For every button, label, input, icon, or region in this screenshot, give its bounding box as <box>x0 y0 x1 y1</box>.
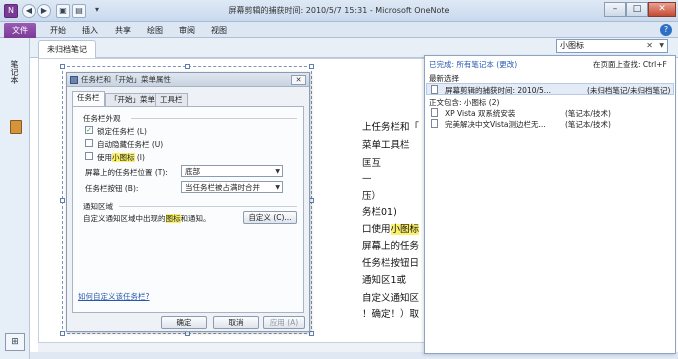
note-line: 上任务栏和「 <box>362 122 420 133</box>
search-highlight: 小图标 <box>390 224 420 235</box>
customize-help-link: 如何自定义该任务栏? <box>78 292 150 301</box>
small-icons-checkbox <box>85 152 93 160</box>
search-scope-link[interactable]: 所有笔记本 (更改) <box>456 60 517 69</box>
tab-review[interactable]: 审阅 <box>179 25 195 36</box>
chevron-down-icon: ▼ <box>275 168 280 175</box>
dialog-apply-button: 应用 (A) <box>263 316 305 329</box>
group-divider <box>119 206 297 207</box>
tab-file[interactable]: 文件 <box>4 23 36 38</box>
auto-hide-checkbox <box>85 139 93 147</box>
note-line: 通知区1或 <box>362 275 407 286</box>
dialog-ok-button: 确定 <box>161 316 207 329</box>
close-icon: ✕ <box>295 76 302 84</box>
clear-search-icon[interactable]: ✕ <box>646 40 653 52</box>
note-line: 口使用小图标 <box>362 224 420 235</box>
group-divider <box>131 118 297 119</box>
customize-button: 自定义 (C)... <box>243 211 297 224</box>
search-scope-dropdown-icon[interactable]: ▼ <box>659 40 664 52</box>
dialog-tab-toolbars: 工具栏 <box>155 93 188 106</box>
notebook-nav: 笔记本 ⊞ <box>0 38 30 359</box>
notify-description: 自定义通知区域中出现的图标和通知。 <box>83 214 211 223</box>
minimize-button[interactable]: – <box>604 2 626 17</box>
page-icon <box>431 119 438 128</box>
note-line: ！确定！）取 <box>362 309 420 320</box>
resize-handle[interactable] <box>309 64 314 69</box>
dialog-cancel-button: 取消 <box>213 316 259 329</box>
resize-handle[interactable] <box>60 198 65 203</box>
close-icon: ✕ <box>658 4 666 14</box>
note-line: 匡互 <box>362 158 382 169</box>
taskbar-buttons-label: 任务栏按钮 (B): <box>85 184 139 193</box>
ribbon-tabs: 文件 开始 插入 共享 绘图 审阅 视图 ? <box>0 22 678 38</box>
small-icons-label: 使用小图标 (I) <box>97 153 145 162</box>
dialog-close-button: ✕ <box>291 75 306 85</box>
taskbar-position-select: 底部 ▼ <box>181 165 283 177</box>
appearance-group-label: 任务栏外观 <box>83 114 121 123</box>
resize-handle[interactable] <box>60 64 65 69</box>
dialog-panel: 任务栏外观 ✓ 锁定任务栏 (L) 自动隐藏任务栏 (U) 使用小图标 (I) … <box>72 106 304 313</box>
taskbar-properties-dialog: 任务栏和「开始」菜单属性 ✕ 任务栏 「开始」菜单 工具栏 任务栏外观 ✓ 锁定… <box>66 72 310 332</box>
dialog-tab-taskbar: 任务栏 <box>72 91 105 106</box>
auto-hide-label: 自动隐藏任务栏 (U) <box>97 140 164 149</box>
tab-share[interactable]: 共享 <box>115 25 131 36</box>
result-title[interactable]: XP Vista 双系统安装 <box>445 108 515 119</box>
lock-taskbar-checkbox: ✓ <box>85 126 93 134</box>
note-line: 务栏01) <box>362 207 397 218</box>
taskbar-buttons-select: 当任务栏被占满时合并 ▼ <box>181 181 283 193</box>
dialog-title-bar: 任务栏和「开始」菜单属性 ✕ <box>67 73 309 87</box>
search-query: 小图标 <box>560 41 584 50</box>
help-icon[interactable]: ? <box>660 24 672 36</box>
dialog-tab-start-menu: 「开始」菜单 <box>105 93 160 106</box>
note-line: 压） <box>362 191 382 202</box>
page-icon <box>431 108 438 117</box>
note-line: 菜单工具栏 <box>362 140 410 151</box>
tab-draw[interactable]: 绘图 <box>147 25 163 36</box>
minimize-icon: – <box>612 4 618 14</box>
horizontal-scrollbar[interactable] <box>38 342 424 352</box>
note-line: 自定义通知区 <box>362 293 420 304</box>
page-icon <box>431 85 438 94</box>
title-bar: N ◀ ▶ ▣ ▤ ▾ 屏幕剪辑的捕获时间: 2010/5/7 15:31 - … <box>0 0 678 22</box>
window-title: 屏幕剪辑的捕获时间: 2010/5/7 15:31 - Microsoft On… <box>228 6 450 15</box>
recent-result-location: (未归档笔记/未归档笔记) <box>587 86 671 95</box>
search-status: 已完成: 所有笔记本 (更改) <box>429 60 518 69</box>
notify-group-label: 通知区域 <box>83 202 113 211</box>
notebook-icon[interactable] <box>10 120 22 134</box>
note-line: — <box>362 173 372 184</box>
chevron-down-icon: ▼ <box>275 184 280 191</box>
notebook-nav-label[interactable]: 笔记本 <box>9 60 20 84</box>
recent-result-title: 屏幕剪辑的捕获时间: 2010/5... <box>445 86 551 95</box>
section-tab-unfiled[interactable]: 未归档笔记 <box>38 40 96 58</box>
note-line: 任务栏按钮日 <box>362 258 420 269</box>
search-input[interactable]: 小图标 ✕ ▼ <box>556 39 668 53</box>
tab-insert[interactable]: 插入 <box>82 25 98 36</box>
taskbar-position-label: 屏幕上的任务栏位置 (T): <box>85 168 168 177</box>
close-button[interactable]: ✕ <box>648 2 676 17</box>
find-on-page-hint[interactable]: 在页面上查找: Ctrl+F <box>593 59 667 70</box>
lock-taskbar-label: 锁定任务栏 (L) <box>97 127 147 136</box>
result-location: (笔记本/技术) <box>565 120 611 129</box>
search-results-panel: 已完成: 所有笔记本 (更改) 在页面上查找: Ctrl+F 最新选择 屏幕剪辑… <box>424 55 676 354</box>
note-line: 屏幕上的任务 <box>362 241 420 252</box>
dialog-title: 任务栏和「开始」菜单属性 <box>81 75 171 84</box>
maximize-icon: □ <box>632 4 642 14</box>
result-location: (笔记本/技术) <box>565 109 611 118</box>
tab-home[interactable]: 开始 <box>50 25 66 36</box>
unfiled-notes-button[interactable]: ⊞ <box>5 333 25 351</box>
tab-view[interactable]: 视图 <box>211 25 227 36</box>
unfiled-notes-icon: ⊞ <box>11 337 19 347</box>
resize-handle[interactable] <box>60 331 65 336</box>
resize-handle[interactable] <box>185 64 190 69</box>
body-contains-header: 正文包含: 小图标 (2) <box>429 98 500 107</box>
dialog-app-icon <box>70 76 78 84</box>
result-title[interactable]: 完美解决中文Vista测边栏无... <box>445 119 546 130</box>
maximize-button[interactable]: □ <box>626 2 648 17</box>
